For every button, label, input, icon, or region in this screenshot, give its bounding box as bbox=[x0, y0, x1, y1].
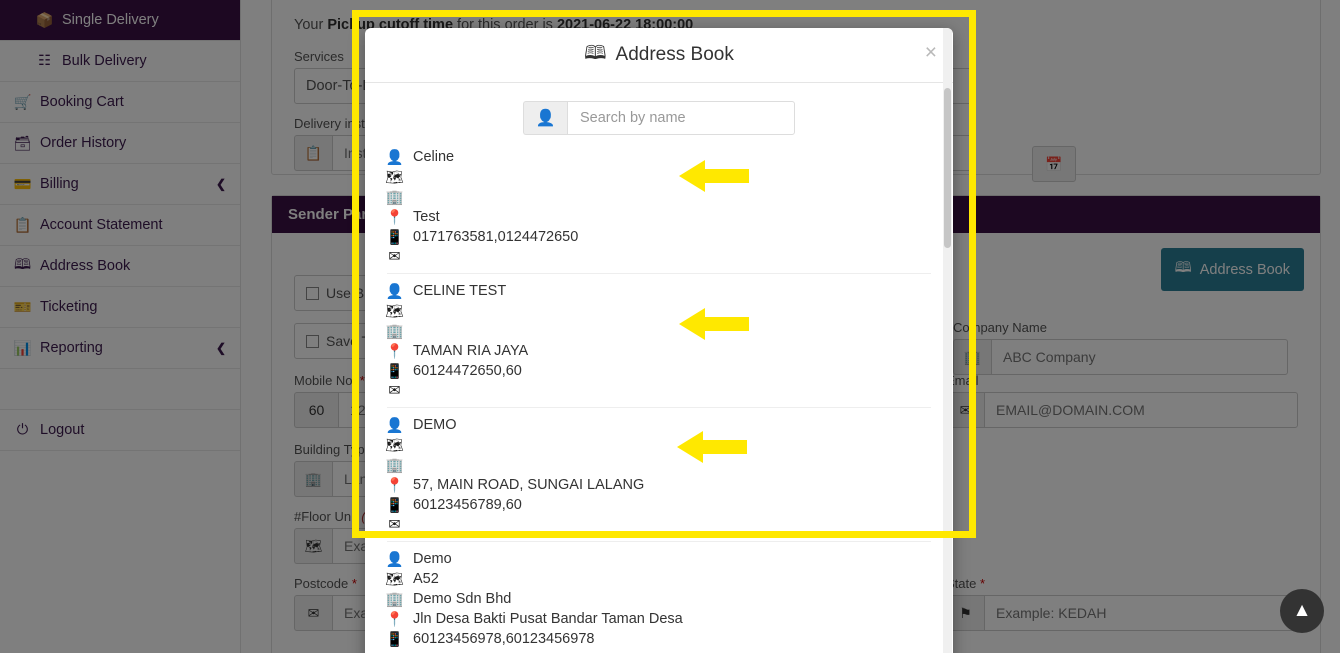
modal-title: 🕮 Address Book bbox=[584, 39, 734, 71]
arrow-celine-test bbox=[679, 308, 749, 340]
building-icon: 🏢 bbox=[385, 189, 404, 206]
close-icon[interactable]: × bbox=[925, 42, 937, 63]
mobile-icon: 📱 bbox=[385, 229, 404, 246]
address-entry-unit: 🗺 bbox=[385, 435, 931, 455]
envelope-icon: ✉ bbox=[388, 517, 401, 533]
envelope-icon: ✉ bbox=[388, 383, 401, 399]
address-entry-unit-value: A52 bbox=[413, 571, 439, 587]
map-signs-icon: 🗺 bbox=[385, 437, 404, 454]
address-entry[interactable]: 👤 Celine 🗺 🏢 📍 Test 📱 0171763581,0124472650 ✉ bbox=[385, 140, 931, 274]
map-signs-icon: 🗺 bbox=[385, 571, 404, 588]
address-entry-address-value: Test bbox=[413, 209, 440, 225]
user-icon: 👤 bbox=[385, 551, 404, 568]
address-entry-company: 🏢 bbox=[385, 187, 931, 207]
address-entry-name-value: Celine bbox=[413, 149, 455, 165]
address-entry-phone-value: 60123456978,60123456978 bbox=[413, 631, 595, 647]
building-icon: 🏢 bbox=[385, 323, 404, 340]
modal-header: 🕮 Address Book × bbox=[365, 28, 953, 83]
address-book-modal: 🕮 Address Book × 👤 👤 Celine 🗺 🏢 📍 Test 📱 017176… bbox=[365, 28, 953, 653]
address-entry-name: 👤 Celine bbox=[385, 147, 931, 167]
mobile-icon: 📱 bbox=[385, 363, 404, 380]
address-entry-address-value: 57, MAIN ROAD, SUNGAI LALANG bbox=[413, 477, 645, 493]
address-entry-address: 📍 Test bbox=[385, 207, 931, 227]
user-icon: 👤 bbox=[385, 417, 404, 434]
map-signs-icon: 🗺 bbox=[385, 169, 404, 186]
address-entry-phone-value: 60123456789,60 bbox=[413, 497, 522, 513]
address-entry[interactable]: 👤 Demo 🗺 A52 🏢 Demo Sdn Bhd 📍 Jln Desa Bakti Pu… bbox=[385, 542, 931, 653]
address-entry-name: 👤 Demo bbox=[385, 549, 931, 569]
envelope-icon: ✉ bbox=[388, 249, 401, 265]
building-icon: 🏢 bbox=[385, 591, 404, 608]
address-entry-name-value: DEMO bbox=[413, 417, 457, 433]
address-entry[interactable]: 👤 DEMO 🗺 🏢 📍 57, MAIN ROAD, SUNGAI LALANG 📱 601… bbox=[385, 408, 931, 542]
map-marker-icon: 📍 bbox=[385, 611, 404, 628]
address-entry-email: ✉ bbox=[387, 515, 931, 535]
chevron-up-icon: ▲ bbox=[1292, 600, 1312, 621]
address-entry-unit: 🗺 bbox=[385, 167, 931, 187]
address-list[interactable]: 👤 Celine 🗺 🏢 📍 Test 📱 0171763581,0124472650 ✉ 👤 CE… bbox=[365, 140, 953, 653]
address-entry-company: 🏢 bbox=[385, 455, 931, 475]
address-entry-phone: 📱 60124472650,60 bbox=[385, 361, 931, 381]
address-book-icon: 🕮 bbox=[584, 43, 607, 64]
address-entry[interactable]: 👤 CELINE TEST 🗺 🏢 📍 TAMAN RIA JAYA 📱 6012447265… bbox=[385, 274, 931, 408]
address-entry-company-value: Demo Sdn Bhd bbox=[413, 591, 512, 607]
address-entry-company: 🏢 bbox=[385, 321, 931, 341]
address-entry-phone: 📱 0171763581,0124472650 bbox=[385, 227, 931, 247]
mobile-icon: 📱 bbox=[385, 497, 404, 514]
address-entry-address-value: Jln Desa Bakti Pusat Bandar Taman Desa bbox=[413, 611, 683, 627]
address-entry-phone: 📱 60123456789,60 bbox=[385, 495, 931, 515]
user-icon: 👤 bbox=[523, 101, 567, 135]
map-marker-icon: 📍 bbox=[385, 477, 404, 494]
address-entry-unit: 🗺 bbox=[385, 301, 931, 321]
map-marker-icon: 📍 bbox=[385, 209, 404, 226]
scroll-to-top-button[interactable]: ▲ bbox=[1280, 589, 1324, 633]
search-group: 👤 bbox=[523, 101, 795, 135]
modal-scrollbar[interactable] bbox=[943, 28, 952, 653]
address-entry-email: ✉ bbox=[387, 649, 931, 653]
scrollbar-thumb[interactable] bbox=[944, 88, 951, 248]
screen: 📦 Single Delivery ☷ Bulk Delivery 🛒 Book… bbox=[0, 0, 1340, 653]
user-icon: 👤 bbox=[385, 283, 404, 300]
address-entry-phone: 📱 60123456978,60123456978 bbox=[385, 629, 931, 649]
address-entry-name-value: Demo bbox=[413, 551, 452, 567]
arrow-celine bbox=[679, 160, 749, 192]
address-entry-name: 👤 DEMO bbox=[385, 415, 931, 435]
mobile-icon: 📱 bbox=[385, 631, 404, 648]
address-entry-unit: 🗺 A52 bbox=[385, 569, 931, 589]
search-area: 👤 bbox=[365, 83, 953, 147]
address-entry-email: ✉ bbox=[387, 381, 931, 401]
address-entry-email: ✉ bbox=[387, 247, 931, 267]
modal-title-text: Address Book bbox=[615, 44, 734, 65]
address-entry-address-value: TAMAN RIA JAYA bbox=[413, 343, 529, 359]
map-signs-icon: 🗺 bbox=[385, 303, 404, 320]
address-entry-address: 📍 57, MAIN ROAD, SUNGAI LALANG bbox=[385, 475, 931, 495]
arrow-demo bbox=[677, 431, 747, 463]
address-entry-phone-value: 0171763581,0124472650 bbox=[413, 229, 579, 245]
address-entry-name: 👤 CELINE TEST bbox=[385, 281, 931, 301]
address-entry-address: 📍 TAMAN RIA JAYA bbox=[385, 341, 931, 361]
user-icon: 👤 bbox=[385, 149, 404, 166]
address-entry-name-value: CELINE TEST bbox=[413, 283, 507, 299]
address-entry-company: 🏢 Demo Sdn Bhd bbox=[385, 589, 931, 609]
map-marker-icon: 📍 bbox=[385, 343, 404, 360]
address-entry-phone-value: 60124472650,60 bbox=[413, 363, 522, 379]
address-entry-address: 📍 Jln Desa Bakti Pusat Bandar Taman Desa bbox=[385, 609, 931, 629]
search-input[interactable] bbox=[567, 101, 795, 135]
building-icon: 🏢 bbox=[385, 457, 404, 474]
